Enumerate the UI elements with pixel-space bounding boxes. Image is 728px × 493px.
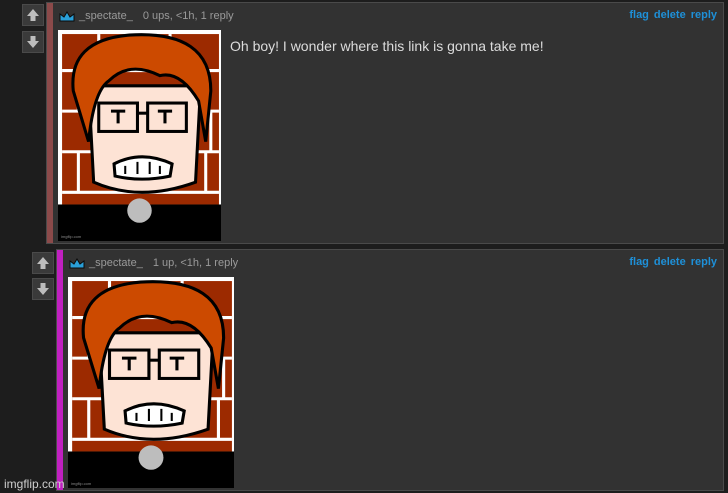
downvote-button[interactable] [22,31,44,53]
flag-link[interactable]: flag [629,9,649,21]
down-arrow-icon [27,36,39,48]
image-watermark: imgflip.com [61,234,82,239]
comment-header: _spectate_ 1 up, <1h, 1 reply [69,256,238,270]
image-watermark: imgflip.com [71,481,92,486]
imgflip-watermark: imgflip.com [4,477,65,491]
upvote-button[interactable] [22,4,44,26]
comment-thread-bar [57,250,63,490]
comment: _spectate_ 0 ups, <1h, 1 reply flag dele… [46,2,724,244]
crown-icon [69,258,85,268]
comment-meta: 1 up, <1h, 1 reply [152,257,239,269]
down-arrow-icon [37,283,49,295]
downvote-button[interactable] [32,278,54,300]
up-arrow-icon [37,257,49,269]
meme-image[interactable]: imgflip.com [58,30,221,241]
meme-image[interactable]: imgflip.com [68,277,234,488]
reply-link[interactable]: reply [691,9,717,21]
username-link[interactable]: _spectate_ [79,10,133,22]
comment-header: _spectate_ 0 ups, <1h, 1 reply [59,9,234,23]
delete-link[interactable]: delete [654,256,686,268]
delete-link[interactable]: delete [654,9,686,21]
comment-meta: 0 ups, <1h, 1 reply [142,10,234,22]
comment-actions: flag delete reply [629,9,717,21]
username-link[interactable]: _spectate_ [89,257,143,269]
flag-link[interactable]: flag [629,256,649,268]
upvote-button[interactable] [32,252,54,274]
comment-actions: flag delete reply [629,256,717,268]
crown-icon [59,11,75,21]
reply-link[interactable]: reply [691,256,717,268]
comment-thread-bar [47,3,53,243]
up-arrow-icon [27,9,39,21]
comment-reply: _spectate_ 1 up, <1h, 1 reply flag delet… [56,249,724,491]
comment-text: Oh boy! I wonder where this link is gonn… [230,38,544,54]
